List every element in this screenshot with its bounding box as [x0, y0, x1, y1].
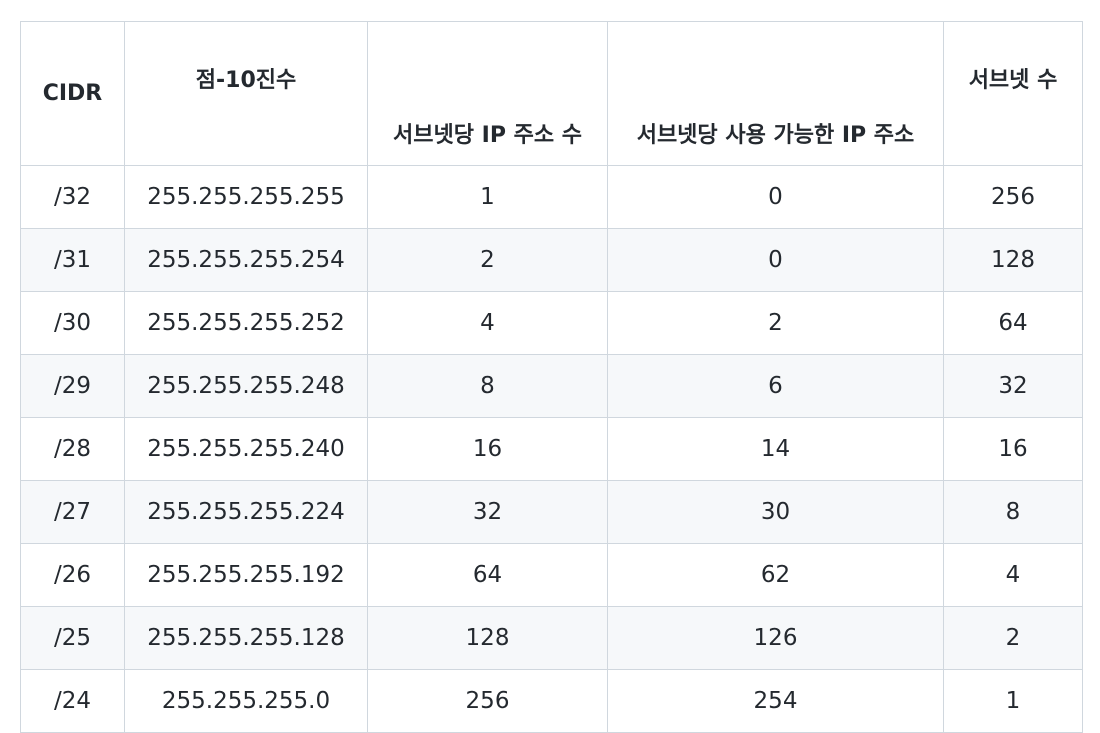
- header-row: CIDR 점-10진수 서브넷당 IP 주소 수 서브넷당 사용 가능한 IP …: [20, 21, 1083, 166]
- dotted-decimal-cell: 255.255.255.255: [124, 165, 368, 229]
- subnet-count-cell: 256: [943, 165, 1083, 229]
- table-header: CIDR 점-10진수 서브넷당 IP 주소 수 서브넷당 사용 가능한 IP …: [20, 21, 1083, 166]
- subnet-count-cell: 8: [943, 480, 1083, 544]
- dotted-decimal-cell: 255.255.255.240: [124, 417, 368, 481]
- ips-per-subnet-cell: 16: [367, 417, 608, 481]
- subnet-count-cell: 16: [943, 417, 1083, 481]
- cidr-cell: /29: [20, 354, 125, 418]
- cidr-cell: /28: [20, 417, 125, 481]
- header-subnet-count: 서브넷 수: [943, 21, 1083, 166]
- ips-per-subnet-cell: 256: [367, 669, 608, 733]
- ips-per-subnet-cell: 1: [367, 165, 608, 229]
- dotted-decimal-cell: 255.255.255.0: [124, 669, 368, 733]
- cidr-cell: /27: [20, 480, 125, 544]
- header-ips-per-subnet: 서브넷당 IP 주소 수: [367, 21, 608, 166]
- usable-ips-cell: 2: [607, 291, 944, 355]
- dotted-decimal-cell: 255.255.255.254: [124, 228, 368, 292]
- ips-per-subnet-cell: 8: [367, 354, 608, 418]
- table-body: /32 255.255.255.255 1 0 256/31 255.255.255.25…: [20, 165, 1083, 733]
- subnet-count-cell: 64: [943, 291, 1083, 355]
- table-row: /30 255.255.255.252 4 2 64: [20, 291, 1083, 355]
- ips-per-subnet-cell: 32: [367, 480, 608, 544]
- usable-ips-cell: 126: [607, 606, 944, 670]
- subnet-count-cell: 32: [943, 354, 1083, 418]
- cidr-cell: /31: [20, 228, 125, 292]
- dotted-decimal-cell: 255.255.255.224: [124, 480, 368, 544]
- usable-ips-cell: 30: [607, 480, 944, 544]
- header-cidr: CIDR: [20, 21, 125, 166]
- cidr-cell: /24: [20, 669, 125, 733]
- ips-per-subnet-cell: 64: [367, 543, 608, 607]
- usable-ips-cell: 254: [607, 669, 944, 733]
- table-row: /24 255.255.255.0 256 254 1: [20, 669, 1083, 733]
- ips-per-subnet-cell: 128: [367, 606, 608, 670]
- ips-per-subnet-cell: 2: [367, 228, 608, 292]
- cidr-cell: /25: [20, 606, 125, 670]
- table-row: /27 255.255.255.224 32 30 8: [20, 480, 1083, 544]
- dotted-decimal-cell: 255.255.255.192: [124, 543, 368, 607]
- usable-ips-cell: 6: [607, 354, 944, 418]
- dotted-decimal-cell: 255.255.255.248: [124, 354, 368, 418]
- subnet-table: CIDR 점-10진수 서브넷당 IP 주소 수 서브넷당 사용 가능한 IP …: [20, 21, 1083, 733]
- usable-ips-cell: 0: [607, 165, 944, 229]
- table-row: /25 255.255.255.128 128 126 2: [20, 606, 1083, 670]
- subnet-table-container: CIDR 점-10진수 서브넷당 IP 주소 수 서브넷당 사용 가능한 IP …: [20, 21, 1083, 733]
- subnet-count-cell: 2: [943, 606, 1083, 670]
- table-row: /28 255.255.255.240 16 14 16: [20, 417, 1083, 481]
- usable-ips-cell: 14: [607, 417, 944, 481]
- subnet-count-cell: 4: [943, 543, 1083, 607]
- header-usable-ips-per-subnet: 서브넷당 사용 가능한 IP 주소: [607, 21, 944, 166]
- dotted-decimal-cell: 255.255.255.128: [124, 606, 368, 670]
- table-row: /26 255.255.255.192 64 62 4: [20, 543, 1083, 607]
- subnet-count-cell: 1: [943, 669, 1083, 733]
- cidr-cell: /30: [20, 291, 125, 355]
- ips-per-subnet-cell: 4: [367, 291, 608, 355]
- header-dotted-decimal: 점-10진수: [124, 21, 368, 166]
- table-row: /32 255.255.255.255 1 0 256: [20, 165, 1083, 229]
- subnet-count-cell: 128: [943, 228, 1083, 292]
- cidr-cell: /26: [20, 543, 125, 607]
- usable-ips-cell: 0: [607, 228, 944, 292]
- dotted-decimal-cell: 255.255.255.252: [124, 291, 368, 355]
- usable-ips-cell: 62: [607, 543, 944, 607]
- table-row: /31 255.255.255.254 2 0 128: [20, 228, 1083, 292]
- table-row: /29 255.255.255.248 8 6 32: [20, 354, 1083, 418]
- cidr-cell: /32: [20, 165, 125, 229]
